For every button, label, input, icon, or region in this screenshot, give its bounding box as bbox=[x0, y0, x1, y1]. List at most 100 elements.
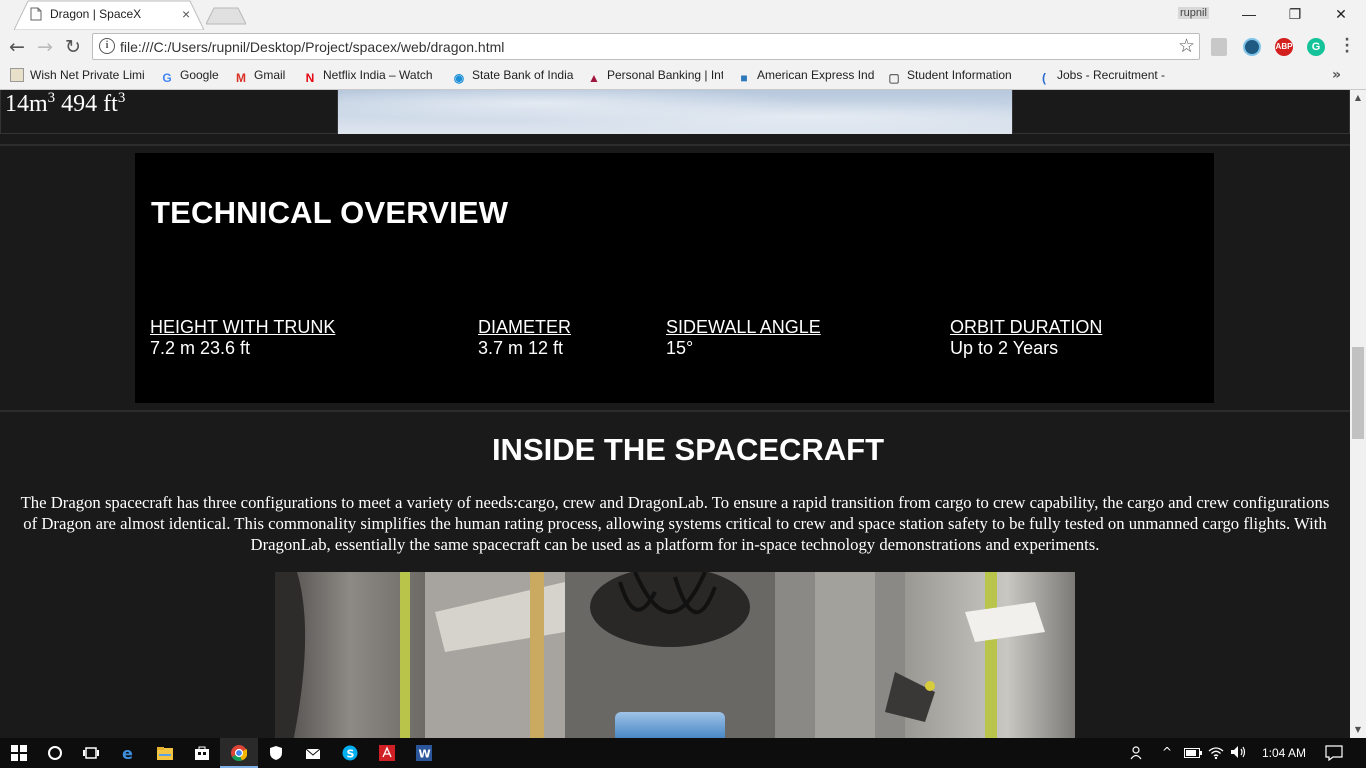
chrome-icon bbox=[231, 745, 247, 761]
scroll-up-icon[interactable]: ▲ bbox=[1350, 90, 1366, 106]
spec-value: 7.2 m 23.6 ft bbox=[150, 338, 251, 358]
reload-button[interactable]: ↻ bbox=[62, 36, 84, 58]
close-window-button[interactable]: ✕ bbox=[1318, 3, 1364, 27]
section-divider bbox=[0, 410, 1350, 412]
restore-button[interactable]: ❐ bbox=[1272, 3, 1318, 27]
bookmark-label: Netflix India – Watch bbox=[323, 68, 433, 82]
tab-dragon-spacex[interactable]: Dragon | SpaceX × bbox=[14, 0, 204, 30]
bookmark-personal-banking[interactable]: ▲ Personal Banking | Int bbox=[587, 68, 723, 86]
acrobat-taskbar-button[interactable] bbox=[368, 738, 406, 768]
acrobat-icon bbox=[379, 745, 395, 761]
file-explorer-taskbar-button[interactable] bbox=[146, 738, 184, 768]
bookmark-star-icon[interactable]: ☆ bbox=[1178, 35, 1195, 57]
spec-value: 15° bbox=[666, 338, 694, 358]
svg-text:W: W bbox=[419, 748, 431, 761]
adblock-plus-icon[interactable]: ABP bbox=[1275, 38, 1293, 56]
skype-icon: S bbox=[342, 745, 358, 761]
bookmark-gmail[interactable]: M Gmail bbox=[234, 68, 294, 86]
spec-label[interactable]: SIDEWALL ANGLE bbox=[666, 317, 821, 338]
task-view-icon bbox=[83, 747, 99, 759]
grammarly-icon[interactable]: G bbox=[1307, 38, 1325, 56]
bookmark-wishnet[interactable]: Wish Net Private Limi bbox=[10, 68, 147, 86]
address-bar[interactable]: i file:///C:/Users/rupnil/Desktop/Projec… bbox=[92, 33, 1200, 60]
bookmark-label: State Bank of India bbox=[472, 68, 574, 82]
extension-eye-icon[interactable] bbox=[1243, 38, 1261, 56]
info-icon[interactable]: i bbox=[99, 38, 115, 54]
amex-icon: ■ bbox=[740, 71, 748, 85]
tab-close-icon[interactable]: × bbox=[182, 6, 190, 22]
inside-spacecraft-title: INSIDE THE SPACECRAFT bbox=[491, 432, 885, 467]
defender-icon bbox=[270, 746, 282, 760]
word-icon: W bbox=[416, 745, 432, 761]
technical-overview-panel: TECHNICAL OVERVIEW HEIGHT WITH TRUNK 7.2… bbox=[135, 153, 1214, 403]
battery-icon[interactable] bbox=[1184, 748, 1202, 758]
store-taskbar-button[interactable] bbox=[183, 738, 221, 768]
extension-page-icon[interactable] bbox=[1211, 38, 1227, 56]
file-explorer-icon bbox=[157, 747, 173, 760]
spec-label[interactable]: ORBIT DURATION bbox=[950, 317, 1102, 338]
word-taskbar-button[interactable]: W bbox=[405, 738, 443, 768]
skype-taskbar-button[interactable]: S bbox=[331, 738, 369, 768]
bookmarks-bar: Wish Net Private Limi G Google M Gmail N Ne… bbox=[0, 64, 1366, 90]
svg-text:S: S bbox=[347, 748, 355, 761]
scroll-down-icon[interactable]: ▼ bbox=[1350, 722, 1366, 738]
forward-button[interactable]: → bbox=[34, 36, 56, 58]
new-tab-button[interactable] bbox=[206, 7, 246, 25]
defender-taskbar-button[interactable] bbox=[257, 738, 295, 768]
spec-label[interactable]: HEIGHT WITH TRUNK bbox=[150, 317, 335, 338]
address-url[interactable]: file:///C:/Users/rupnil/Desktop/Project/… bbox=[120, 39, 504, 55]
section-divider bbox=[0, 144, 1350, 146]
store-icon bbox=[195, 746, 209, 760]
page-icon bbox=[30, 7, 42, 21]
inside-spacecraft-description: The Dragon spacecraft has three configur… bbox=[20, 493, 1330, 554]
bookmark-sbi[interactable]: ◉ State Bank of India bbox=[452, 68, 580, 86]
edge-taskbar-button[interactable]: e bbox=[109, 738, 147, 768]
tab-title: Dragon | SpaceX bbox=[50, 7, 142, 21]
bookmark-label: Student Information bbox=[907, 68, 1012, 82]
technical-overview-title: TECHNICAL OVERVIEW bbox=[151, 195, 509, 230]
spec-height-with-trunk: HEIGHT WITH TRUNK 7.2 m 23.6 ft bbox=[150, 317, 335, 359]
bookmark-google[interactable]: G Google bbox=[160, 68, 226, 86]
bookmark-label: Jobs - Recruitment - bbox=[1057, 68, 1166, 82]
browser-toolbar: ← → ↻ i file:///C:/Users/rupnil/Desktop/… bbox=[0, 30, 1366, 64]
chrome-taskbar-button[interactable] bbox=[220, 738, 258, 768]
search-button[interactable] bbox=[36, 738, 74, 768]
action-center-icon[interactable] bbox=[1325, 745, 1343, 761]
minimize-button[interactable]: — bbox=[1226, 3, 1272, 27]
search-icon bbox=[48, 746, 62, 760]
task-view-button[interactable] bbox=[72, 738, 110, 768]
back-button[interactable]: ← bbox=[6, 36, 28, 58]
spec-value: 3.7 m 12 ft bbox=[478, 338, 564, 358]
people-icon[interactable] bbox=[1130, 746, 1146, 760]
edge-icon: e bbox=[122, 745, 133, 761]
tray-overflow-icon[interactable]: ^ bbox=[1162, 745, 1172, 759]
bookmark-amex[interactable]: ■ American Express Ind bbox=[737, 68, 875, 86]
chrome-menu-icon[interactable]: · · · bbox=[1340, 33, 1354, 59]
page-icon: ▢ bbox=[888, 71, 900, 85]
axis-bank-icon: ▲ bbox=[588, 71, 600, 85]
capacity-value: 14m3 494 ft3 bbox=[5, 90, 126, 117]
taskbar-clock[interactable]: 1:04 AM bbox=[1262, 746, 1306, 760]
bookmark-jobs[interactable]: (Jobs - Recruitment - bbox=[1037, 68, 1175, 86]
google-icon: G bbox=[162, 71, 172, 85]
bookmarks-overflow-icon[interactable]: » bbox=[1332, 67, 1341, 83]
dragon-sky-image bbox=[338, 90, 1012, 134]
volume-icon[interactable] bbox=[1230, 745, 1248, 759]
bookmark-student-information[interactable]: ▢ Student Information bbox=[887, 68, 1023, 86]
mail-icon bbox=[305, 748, 321, 759]
capacity-cell: 14m3 494 ft3 bbox=[0, 90, 338, 134]
bookmark-label: Wish Net Private Limi bbox=[30, 68, 145, 82]
start-button[interactable] bbox=[0, 738, 38, 768]
profile-name[interactable]: rupnil bbox=[1178, 7, 1209, 19]
scroll-thumb[interactable] bbox=[1352, 347, 1364, 440]
windows-logo-icon bbox=[11, 745, 27, 761]
gmail-icon: M bbox=[236, 71, 246, 85]
spec-value: Up to 2 Years bbox=[950, 338, 1059, 358]
bookmark-netflix[interactable]: N Netflix India – Watch bbox=[303, 68, 437, 86]
page-scrollbar[interactable]: ▲ ▼ bbox=[1350, 90, 1366, 738]
bookmark-label: Google bbox=[180, 68, 219, 82]
spec-label[interactable]: DIAMETER bbox=[478, 317, 571, 338]
bookmark-label: American Express Ind bbox=[757, 68, 875, 82]
mail-taskbar-button[interactable] bbox=[294, 738, 332, 768]
wifi-icon[interactable] bbox=[1208, 745, 1224, 759]
